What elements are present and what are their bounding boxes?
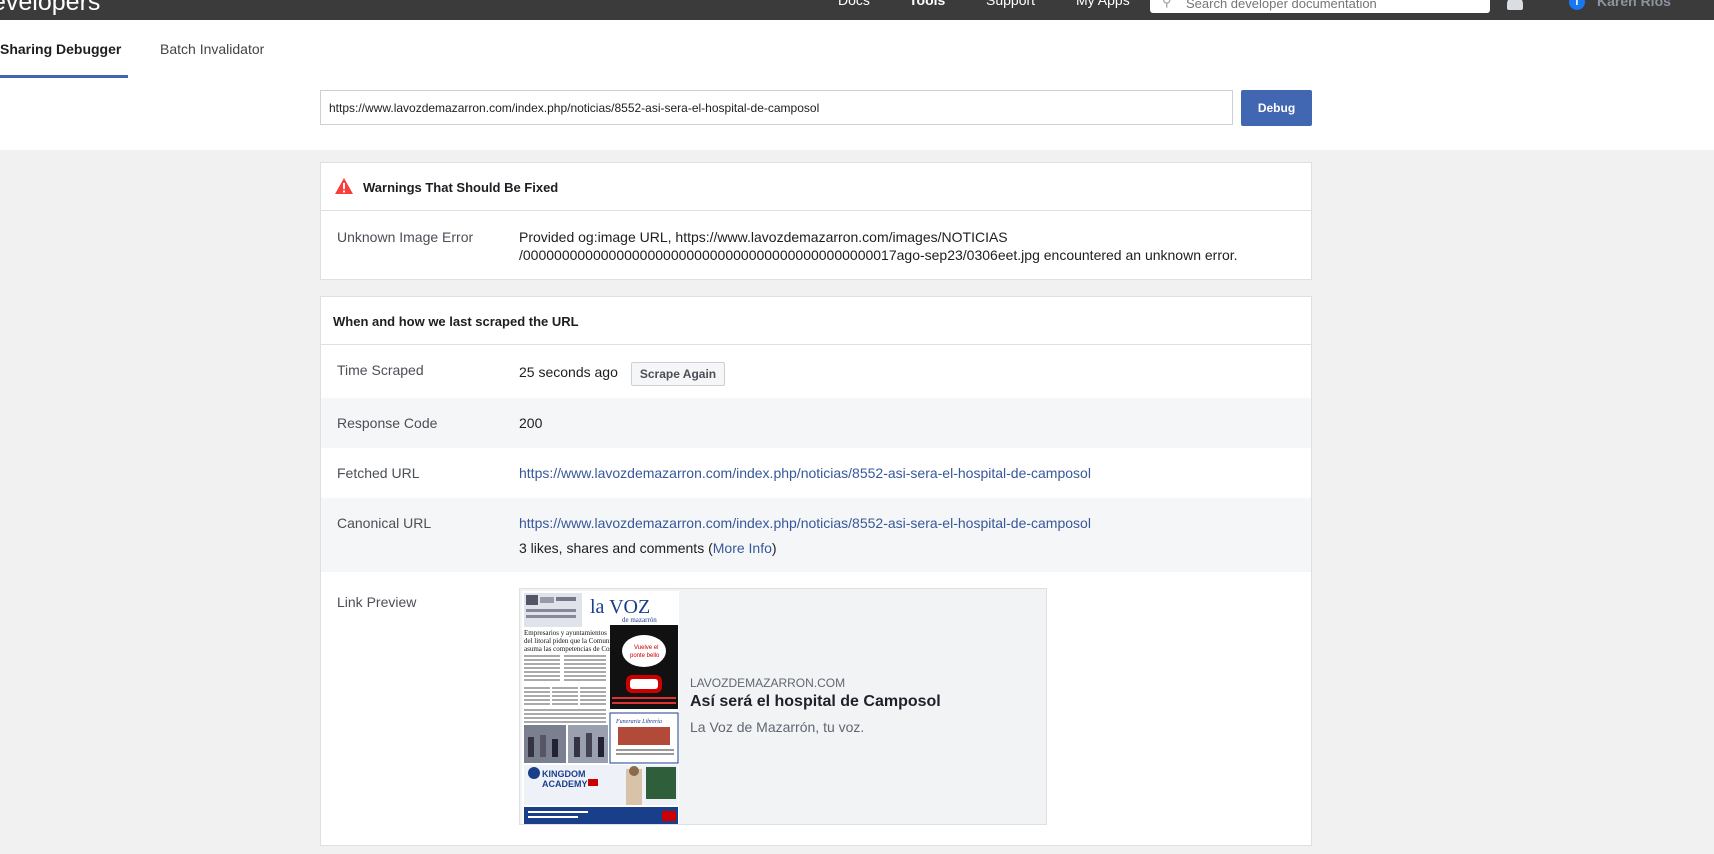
notifications-icon[interactable] xyxy=(1507,0,1523,10)
nav-support[interactable]: Support xyxy=(986,0,1035,8)
nav-tools[interactable]: Tools xyxy=(909,0,945,8)
fetched-url-link[interactable]: https://www.lavozdemazarron.com/index.ph… xyxy=(519,465,1091,481)
warnings-title: Warnings That Should Be Fixed xyxy=(363,180,559,195)
tab-batch-invalidator[interactable]: Batch Invalidator xyxy=(160,41,264,57)
nav-my-apps[interactable]: My Apps xyxy=(1076,0,1130,8)
warning-label: Unknown Image Error xyxy=(337,229,474,245)
warning-line-1: Provided og:image URL, https://www.lavoz… xyxy=(519,229,1008,245)
time-scraped-value: 25 seconds ago xyxy=(519,364,618,380)
tab-sharing-debugger[interactable]: Sharing Debugger xyxy=(0,41,121,57)
svg-text:ponte bello: ponte bello xyxy=(630,653,660,659)
warnings-header: Warnings That Should Be Fixed xyxy=(321,163,1311,211)
response-code-value: 200 xyxy=(519,415,543,431)
url-input[interactable] xyxy=(320,90,1233,125)
row-response-code: Response Code 200 xyxy=(321,398,1311,448)
nav-docs[interactable]: Docs xyxy=(838,0,870,8)
cover-logo: la VOZ xyxy=(590,596,650,618)
debug-button[interactable]: Debug xyxy=(1241,90,1312,126)
scrape-info-header: When and how we last scraped the URL xyxy=(321,297,1311,345)
row-canonical-url: Canonical URL https://www.lavozdemazarro… xyxy=(321,498,1311,572)
search-icon: ⚲ xyxy=(1162,0,1172,9)
warning-line-2: /000000000000000000000000000000000000000… xyxy=(519,247,1238,263)
active-tab-indicator xyxy=(0,75,128,78)
doc-search-input[interactable] xyxy=(1186,0,1476,11)
response-code-label: Response Code xyxy=(337,415,438,431)
svg-text:Empresarios y ayuntamientos: Empresarios y ayuntamientos xyxy=(524,629,607,637)
row-fetched-url: Fetched URL https://www.lavozdemazarron.… xyxy=(321,448,1311,498)
canonical-url-label: Canonical URL xyxy=(337,515,432,531)
engagement-prefix: 3 likes, shares and comments ( xyxy=(519,540,713,556)
warning-icon xyxy=(335,178,353,194)
user-name[interactable]: Karen Ríos xyxy=(1597,0,1671,9)
warnings-card: Warnings That Should Be Fixed Unknown Im… xyxy=(320,162,1312,280)
tool-header: Sharing Debugger Batch Invalidator Debug xyxy=(0,20,1714,150)
svg-text:del litoral piden que la Comun: del litoral piden que la Comunidad xyxy=(524,637,622,645)
scrape-info-title: When and how we last scraped the URL xyxy=(333,314,579,329)
engagement-suffix: ) xyxy=(771,540,777,556)
brand-logo[interactable]: evelopers xyxy=(0,0,100,17)
preview-thumbnail: la VOZ de mazarrón Empresarios y ayuntam… xyxy=(522,591,679,824)
svg-text:Funeraria Librería: Funeraria Librería xyxy=(615,719,662,725)
preview-description: La Voz de Mazarrón, tu voz. xyxy=(690,719,865,735)
engagement-text: 3 likes, shares and comments (More Info) xyxy=(519,540,777,556)
preview-title: Así será el hospital de Camposol xyxy=(690,693,941,710)
svg-text:asuma las competencias de Cost: asuma las competencias de Costas xyxy=(524,645,620,653)
time-scraped-label: Time Scraped xyxy=(337,362,424,378)
svg-text:ACADEMY: ACADEMY xyxy=(542,779,588,789)
fetched-url-label: Fetched URL xyxy=(337,465,420,481)
canonical-url-link[interactable]: https://www.lavozdemazarron.com/index.ph… xyxy=(519,515,1091,531)
top-navigation-bar: evelopers Docs Tools Support My Apps ⚲ f… xyxy=(0,0,1714,20)
row-link-preview: Link Preview la VOZ de mazarrón Empresar… xyxy=(321,572,1311,845)
facebook-avatar-icon[interactable]: f xyxy=(1569,0,1585,10)
link-preview-card[interactable]: la VOZ de mazarrón Empresarios y ayuntam… xyxy=(519,588,1047,825)
scrape-info-card: When and how we last scraped the URL Tim… xyxy=(320,296,1312,846)
row-time-scraped: Time Scraped 25 seconds ago Scrape Again xyxy=(321,346,1311,398)
scrape-again-button[interactable]: Scrape Again xyxy=(631,362,725,386)
link-preview-label: Link Preview xyxy=(337,594,417,610)
svg-text:KINGDOM: KINGDOM xyxy=(542,769,586,779)
newspaper-cover-image: la VOZ de mazarrón Empresarios y ayuntam… xyxy=(522,591,679,824)
svg-text:Vuelve el: Vuelve el xyxy=(634,645,658,651)
more-info-link[interactable]: More Info xyxy=(713,540,772,556)
preview-domain: LAVOZDEMAZARRON.COM xyxy=(690,676,846,690)
cover-subtitle: de mazarrón xyxy=(622,616,657,624)
doc-search-box[interactable]: ⚲ xyxy=(1150,0,1490,13)
